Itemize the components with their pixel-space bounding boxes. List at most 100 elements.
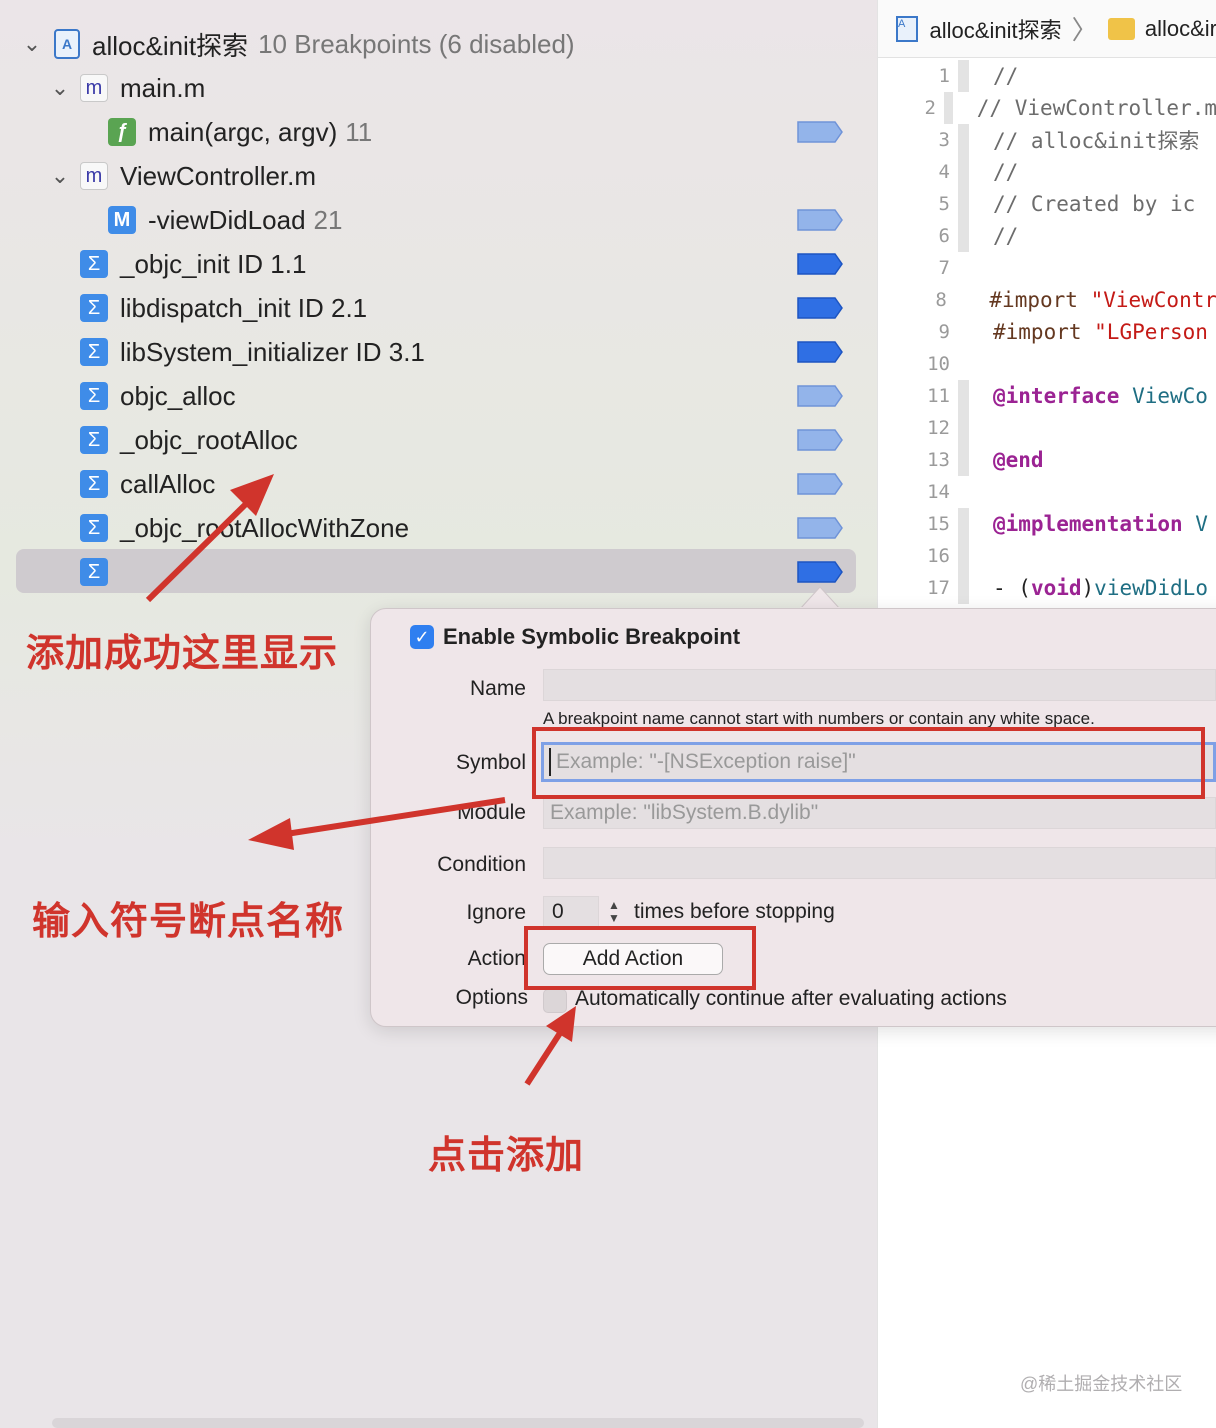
line-number: 4 <box>938 161 950 183</box>
auto-continue-checkbox[interactable] <box>543 989 567 1013</box>
code-line[interactable]: 3 // alloc&init探索 <box>878 124 1216 156</box>
symbolic-breakpoint-row[interactable]: Σ _objc_rootAlloc <box>0 418 877 462</box>
symbolic-breakpoint-row[interactable]: Σlibdispatch_init ID 2.1 <box>0 286 877 330</box>
code-text: ) <box>1081 576 1095 600</box>
code-text: // <box>993 64 1019 88</box>
code-type: ViewCo <box>1132 384 1208 408</box>
horizontal-scrollbar[interactable] <box>52 1418 864 1428</box>
code-line[interactable]: 7 <box>878 252 1216 284</box>
code-line[interactable]: 1 // <box>878 60 1216 92</box>
breakpoint-label: _objc_rootAllocWithZone <box>120 512 410 543</box>
breakpoint-label: callAlloc <box>120 468 216 499</box>
action-label: Action <box>467 947 526 970</box>
breakpoint-toggle[interactable] <box>797 517 843 539</box>
condition-field[interactable] <box>543 847 1216 879</box>
project-file-icon: A <box>54 29 80 59</box>
code-fold-ribbon[interactable] <box>958 412 969 444</box>
ignore-stepper[interactable]: ▲ ▼ <box>604 896 624 928</box>
code-fold-ribbon[interactable] <box>955 284 966 316</box>
code-line[interactable]: 2 // ViewController.m <box>878 92 1216 124</box>
code-line[interactable]: 16 <box>878 540 1216 572</box>
code-line[interactable]: 8 #import "ViewContr <box>878 284 1216 316</box>
symbolic-breakpoint-row[interactable]: Σobjc_alloc <box>0 374 877 418</box>
symbol-icon: Σ <box>80 294 108 322</box>
chevron-down-icon[interactable]: ⌄ <box>48 75 72 101</box>
code-line[interactable]: 11 @interface ViewCo <box>878 380 1216 412</box>
code-fold-ribbon[interactable] <box>958 188 969 220</box>
breakpoint-toggle[interactable] <box>797 341 843 363</box>
breakpoint-toggle[interactable] <box>797 209 843 231</box>
breadcrumb-project[interactable]: alloc&init探索 <box>930 13 1062 45</box>
breakpoint-toggle[interactable] <box>797 385 843 407</box>
symbol-highlight-box <box>532 727 1205 799</box>
folder-icon <box>1107 17 1135 40</box>
enable-breakpoint-checkbox[interactable]: ✓ <box>410 625 434 649</box>
breakpoint-toggle[interactable] <box>797 297 843 319</box>
code-fold-ribbon[interactable] <box>958 476 969 508</box>
symbolic-breakpoint-row[interactable]: Σ _objc_rootAllocWithZone <box>0 506 877 550</box>
code-fold-ribbon[interactable] <box>958 220 969 252</box>
code-line[interactable]: 17 - (void)viewDidLo <box>878 572 1216 604</box>
breakpoint-toggle[interactable] <box>797 473 843 495</box>
line-number: 13 <box>927 449 950 471</box>
annotation-click-to-add: 点击添加 <box>428 1135 585 1177</box>
line-number: 1 <box>938 65 950 87</box>
code-fold-ribbon[interactable] <box>958 572 969 604</box>
line-number: 9 <box>938 321 950 343</box>
chevron-down-icon[interactable]: ⌄ <box>48 163 72 189</box>
file-row-main[interactable]: ⌄ m main.m <box>0 66 877 110</box>
file-row-viewcontroller[interactable]: ⌄ m ViewController.m <box>0 154 877 198</box>
line-number: 10 <box>927 353 950 375</box>
code-fold-ribbon[interactable] <box>958 124 969 156</box>
breakpoint-row[interactable]: M -viewDidLoad 21 <box>0 198 877 242</box>
breadcrumb-folder[interactable]: alloc&ir <box>1145 16 1216 42</box>
code-fold-ribbon[interactable] <box>958 348 969 380</box>
code-line[interactable]: 9 #import "LGPerson <box>878 316 1216 348</box>
code-fold-ribbon[interactable] <box>958 540 969 572</box>
code-fold-ribbon[interactable] <box>958 444 969 476</box>
code-line[interactable]: 12 <box>878 412 1216 444</box>
code-line[interactable]: 10 <box>878 348 1216 380</box>
code-text: // <box>993 224 1019 248</box>
code-fold-ribbon[interactable] <box>958 156 969 188</box>
code-fold-ribbon[interactable] <box>958 60 969 92</box>
symbol-icon: Σ <box>80 514 108 542</box>
code-fold-ribbon[interactable] <box>958 508 969 540</box>
breakpoint-toggle[interactable] <box>797 253 843 275</box>
symbolic-breakpoint-row[interactable]: ΣlibSystem_initializer ID 3.1 <box>0 330 877 374</box>
code-directive: #import <box>993 320 1095 344</box>
code-keyword: void <box>1030 576 1082 600</box>
code-fold-ribbon[interactable] <box>958 380 969 412</box>
breakpoint-line: 21 <box>313 204 343 235</box>
chevron-down-icon[interactable]: ▼ <box>608 912 620 925</box>
code-line[interactable]: 15 @implementation V <box>878 508 1216 540</box>
breakpoint-label: libdispatch_init ID 2.1 <box>120 292 368 323</box>
breakpoint-toggle[interactable] <box>797 561 843 583</box>
code-line[interactable]: 6 // <box>878 220 1216 252</box>
code-line[interactable]: 13 @end <box>878 444 1216 476</box>
breakpoint-row[interactable]: ƒ main(argc, argv) 11 <box>0 110 877 154</box>
symbol-label: Symbol <box>455 751 526 774</box>
popover-arrow <box>798 586 842 610</box>
code-line[interactable]: 4 // <box>878 156 1216 188</box>
module-field[interactable]: Example: "libSystem.B.dylib" <box>543 797 1216 829</box>
symbolic-breakpoint-row[interactable]: ΣcallAlloc <box>0 462 877 506</box>
code-line[interactable]: 14 <box>878 476 1216 508</box>
name-field[interactable] <box>543 669 1216 701</box>
breakpoint-toggle[interactable] <box>797 121 843 143</box>
code-fold-ribbon[interactable] <box>958 316 969 348</box>
code-line[interactable]: 5 // Created by ic <box>878 188 1216 220</box>
code-fold-ribbon[interactable] <box>958 252 969 284</box>
chevron-down-icon[interactable]: ⌄ <box>20 31 44 57</box>
project-row[interactable]: ⌄ A alloc&init探索 10 Breakpoints (6 disab… <box>0 22 877 66</box>
breakpoint-label: objc_alloc <box>120 380 236 411</box>
code-text: // alloc&init探索 <box>993 129 1200 153</box>
objc-file-icon: m <box>80 74 108 102</box>
ignore-count-field[interactable]: 0 <box>543 896 599 928</box>
file-name: ViewController.m <box>120 160 317 191</box>
code-fold-ribbon[interactable] <box>943 92 953 124</box>
symbolic-breakpoint-row[interactable]: Σ <box>0 550 877 594</box>
symbolic-breakpoint-row[interactable]: Σ _objc_init ID 1.1 <box>0 242 877 286</box>
line-number: 8 <box>935 289 947 311</box>
breakpoint-toggle[interactable] <box>797 429 843 451</box>
